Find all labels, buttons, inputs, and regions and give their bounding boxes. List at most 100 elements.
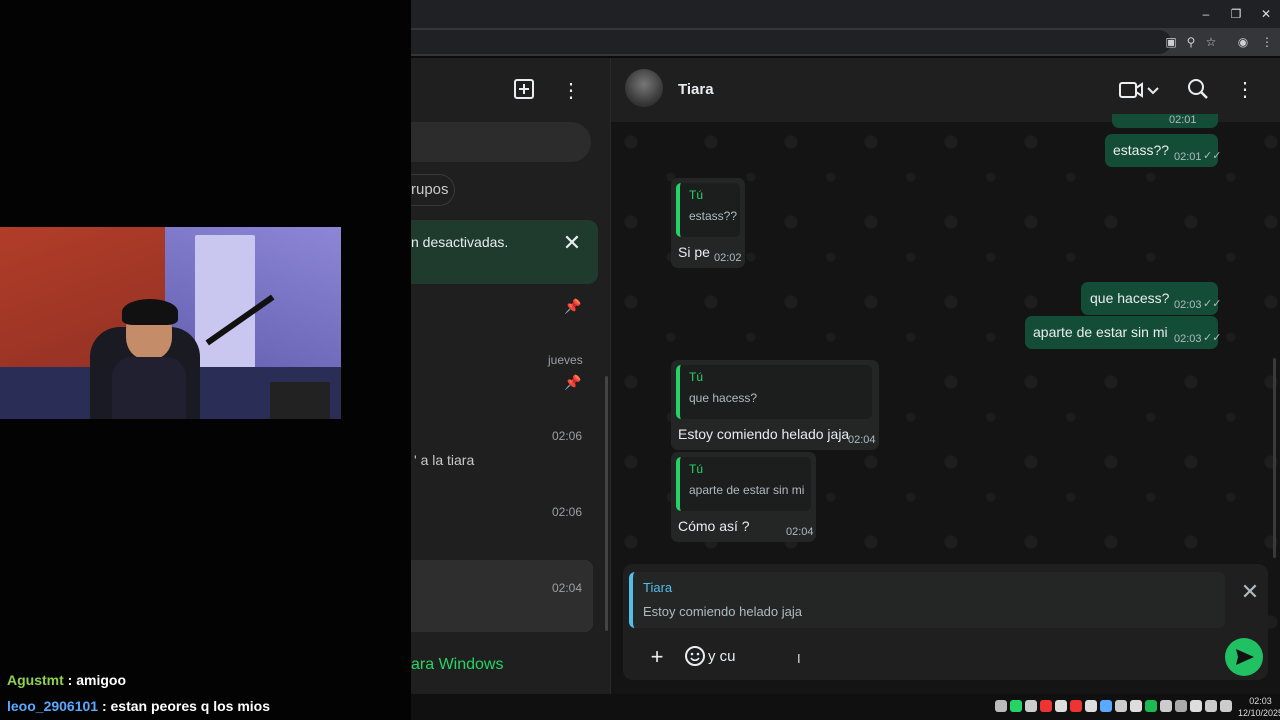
quote-author: Tú [689, 188, 704, 202]
sidebar-menu-icon[interactable]: ⋮ [559, 78, 583, 102]
spotify-tray-icon[interactable] [1145, 700, 1157, 712]
taskbar: 02:03 12/10/2025 [411, 694, 1280, 720]
sidebar-scrollbar[interactable] [605, 376, 608, 631]
reply-author: Tiara [643, 580, 673, 595]
profile-icon[interactable]: ◉ [1235, 34, 1251, 50]
new-chat-icon[interactable] [512, 78, 536, 102]
clock-time: 02:03 [1249, 696, 1272, 706]
tray-icon[interactable] [1220, 700, 1232, 712]
quote-text: estass?? [689, 209, 738, 223]
chat-row-time: 02:06 [552, 429, 583, 443]
video-call-icon[interactable] [1119, 78, 1159, 102]
double-check-icon: ✓✓ [1203, 298, 1222, 310]
tray-icon[interactable] [1055, 700, 1067, 712]
chat-row-selected[interactable] [411, 560, 593, 632]
webcam-speaker [270, 382, 330, 419]
address-bar[interactable] [411, 30, 1171, 54]
chat-scrollbar[interactable] [1273, 358, 1276, 558]
contact-name[interactable]: Tiara [678, 81, 714, 98]
close-icon[interactable]: ✕ [561, 232, 583, 254]
streamer-hair [122, 299, 178, 325]
tray-icon[interactable] [1040, 700, 1052, 712]
reply-preview: Tiara Estoy comiendo helado jaja ✕ [623, 564, 1268, 636]
quote-author: Tú [689, 462, 704, 476]
send-icon [1236, 649, 1254, 665]
notice-text: n desactivadas. [411, 234, 509, 250]
tray-icon[interactable] [1130, 700, 1142, 712]
chat-menu-icon[interactable]: ⋮ [1233, 78, 1257, 102]
stream-chat-user: Agustmt [7, 672, 64, 688]
message-bubble-in[interactable]: Tú estass?? Si pe 02:02 [671, 178, 745, 268]
screen: Agustmt : amigoo leoo_2906101 : estan pe… [0, 0, 1280, 720]
stream-chat-line: leoo_2906101 : estan peores q los mios [7, 698, 270, 714]
conversation-panel: Tiara ⋮ 02:01 estass?? 02:01 ✓✓ Tú estas… [611, 58, 1280, 694]
tray-icon[interactable] [1025, 700, 1037, 712]
install-app-icon[interactable]: ▣ [1163, 34, 1179, 50]
whatsapp-tray-icon[interactable] [1010, 700, 1022, 712]
close-window-icon[interactable]: ✕ [1256, 5, 1276, 23]
webcam-door [195, 235, 255, 385]
send-button[interactable] [1225, 638, 1263, 676]
clock-date: 12/10/2025 [1238, 708, 1280, 718]
close-icon[interactable]: ✕ [1238, 580, 1262, 604]
search-icon[interactable] [1186, 78, 1210, 102]
filter-chip-groups[interactable]: rupos [411, 174, 455, 206]
attach-plus-icon[interactable]: + [645, 645, 669, 669]
chat-list-sidebar: ⋮ rupos n desactivadas. ✕ 📌 jueves 📌 02:… [411, 58, 610, 694]
avatar[interactable] [625, 69, 663, 107]
tray-icon[interactable] [1100, 700, 1112, 712]
quoted-message[interactable]: Tú aparte de estar sin mi [676, 457, 811, 511]
tray-icon[interactable] [1070, 700, 1082, 712]
reply-text: Estoy comiendo helado jaja [643, 604, 802, 619]
quoted-message[interactable]: Tú que hacess? [676, 365, 872, 419]
clock[interactable]: 02:03 12/10/2025 [1238, 695, 1280, 719]
notifications-notice: n desactivadas. ✕ [411, 220, 598, 284]
pin-icon: 📌 [564, 298, 582, 314]
message-bubble-in[interactable]: Tú que hacess? Estoy comiendo helado jaj… [671, 360, 879, 450]
whatsapp-web: ⋮ rupos n desactivadas. ✕ 📌 jueves 📌 02:… [411, 58, 1280, 694]
double-check-icon: ✓✓ [1203, 150, 1222, 162]
stream-chat-text: : amigoo [67, 672, 127, 688]
browser-titlebar: – ❐ ✕ [411, 0, 1280, 28]
quote-author: Tú [689, 370, 704, 384]
quoted-message[interactable]: Tú estass?? [676, 183, 740, 237]
message-bubble-out[interactable]: aparte de estar sin mi 02:03 ✓✓ [1025, 316, 1221, 349]
tray-icon[interactable] [995, 700, 1007, 712]
message-time: 02:03 [1174, 333, 1202, 345]
message-text: Si pe [678, 244, 710, 260]
restore-icon[interactable]: ❐ [1226, 5, 1246, 23]
stream-chat-text: : estan peores q los mios [101, 698, 271, 714]
search-input[interactable] [411, 122, 591, 162]
message-time: 02:04 [848, 434, 876, 446]
get-windows-link[interactable]: ara Windows [411, 656, 503, 674]
message-bubble-out[interactable]: estass?? 02:01 ✓✓ [1105, 134, 1222, 167]
tray-icon[interactable] [1115, 700, 1127, 712]
sticker-icon[interactable] [683, 645, 707, 669]
tray-icon[interactable] [1085, 700, 1097, 712]
message-bubble-in[interactable]: Tú aparte de estar sin mi Cómo así ? 02:… [671, 452, 816, 542]
bookmark-star-icon[interactable]: ☆ [1203, 34, 1219, 50]
filter-chip-label: rupos [411, 181, 449, 198]
wifi-icon[interactable] [1175, 700, 1187, 712]
browser-window: – ❐ ✕ ▣ ⚲ ☆ ◉ ⋮ ⋮ rupos n desactivadas. [411, 0, 1280, 720]
tray-icon[interactable] [1205, 700, 1217, 712]
message-input[interactable] [708, 646, 1188, 668]
stream-chat-user: leoo_2906101 [7, 698, 99, 714]
pin-icon: 📌 [564, 374, 582, 390]
browser-menu-icon[interactable]: ⋮ [1259, 34, 1275, 50]
message-composer: + [623, 634, 1268, 680]
message-text: Estoy comiendo helado jaja [678, 426, 850, 442]
volume-icon[interactable] [1190, 700, 1202, 712]
message-text: estass?? [1113, 142, 1170, 158]
reply-quote[interactable]: Tiara Estoy comiendo helado jaja [629, 572, 1225, 628]
chat-header[interactable]: Tiara ⋮ [611, 58, 1280, 122]
webcam-feed [0, 227, 341, 419]
minimize-icon[interactable]: – [1196, 5, 1216, 23]
message-bubble-out[interactable]: que hacess? 02:03 ✓✓ [1081, 282, 1222, 315]
message-text: que hacess? [1090, 290, 1170, 306]
zoom-icon[interactable]: ⚲ [1183, 34, 1199, 50]
tray-icon[interactable] [1160, 700, 1172, 712]
message-bubble-out[interactable]: 02:01 [1112, 114, 1218, 128]
quote-text: aparte de estar sin mi [689, 483, 805, 497]
message-time: 02:03 [1174, 299, 1202, 311]
